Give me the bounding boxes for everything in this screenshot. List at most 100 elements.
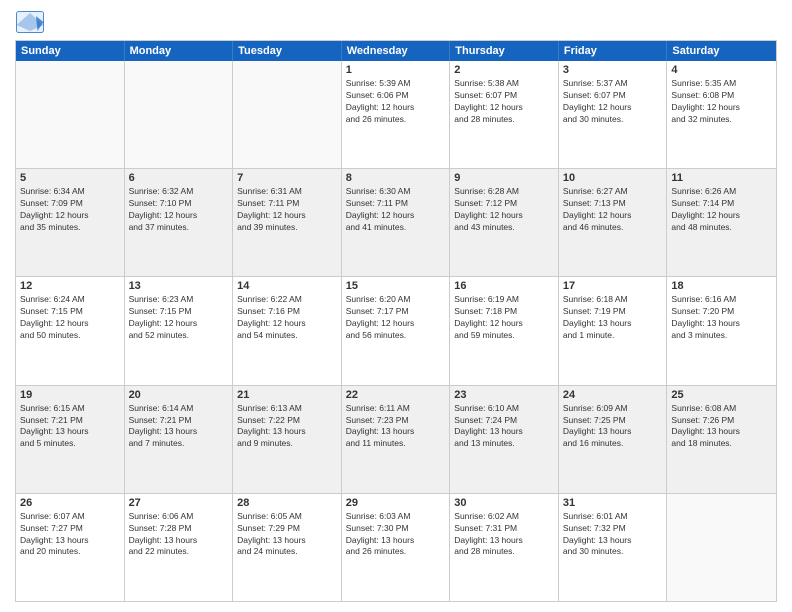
day-number: 4: [671, 64, 772, 76]
day-number: 23: [454, 389, 554, 401]
calendar-cell: 9 Sunrise: 6:28 AM Sunset: 7:12 PM Daylig…: [450, 169, 559, 276]
calendar-cell: 13 Sunrise: 6:23 AM Sunset: 7:15 PM Dayli…: [125, 277, 234, 384]
day-info: Sunrise: 6:32 AM Sunset: 7:10 PM Dayligh…: [129, 186, 229, 234]
day-info: Sunrise: 5:38 AM Sunset: 6:07 PM Dayligh…: [454, 78, 554, 126]
day-info: Sunrise: 6:22 AM Sunset: 7:16 PM Dayligh…: [237, 294, 337, 342]
calendar-cell: 8 Sunrise: 6:30 AM Sunset: 7:11 PM Daylig…: [342, 169, 451, 276]
calendar-cell: 6Sunrise: 6:32 AM Sunset: 7:10 PM Daylig…: [125, 169, 234, 276]
calendar: SundayMondayTuesdayWednesdayThursdayFrid…: [15, 40, 777, 602]
day-info: Sunrise: 6:14 AM Sunset: 7:21 PM Dayligh…: [129, 403, 229, 451]
calendar-cell: 22Sunrise: 6:11 AM Sunset: 7:23 PM Dayli…: [342, 386, 451, 493]
day-info: Sunrise: 6:20 AM Sunset: 7:17 PM Dayligh…: [346, 294, 446, 342]
day-number: 27: [129, 497, 229, 509]
day-info: Sunrise: 6:13 AM Sunset: 7:22 PM Dayligh…: [237, 403, 337, 451]
day-info: Sunrise: 6:28 AM Sunset: 7:12 PM Dayligh…: [454, 186, 554, 234]
calendar-cell: 21 Sunrise: 6:13 AM Sunset: 7:22 PM Dayli…: [233, 386, 342, 493]
day-info: Sunrise: 6:30 AM Sunset: 7:11 PM Dayligh…: [346, 186, 446, 234]
calendar-cell: 5 Sunrise: 6:34 AM Sunset: 7:09 PM Daylig…: [16, 169, 125, 276]
day-number: 8: [346, 172, 446, 184]
calendar-cell: 25 Sunrise: 6:08 AM Sunset: 7:26 PM Dayli…: [667, 386, 776, 493]
day-number: 29: [346, 497, 446, 509]
weekday-header-monday: Monday: [125, 41, 234, 61]
calendar-cell: [233, 61, 342, 168]
calendar-cell: 26 Sunrise: 6:07 AM Sunset: 7:27 PM Dayli…: [16, 494, 125, 601]
day-info: Sunrise: 5:35 AM Sunset: 6:08 PM Dayligh…: [671, 78, 772, 126]
day-info: Sunrise: 6:18 AM Sunset: 7:19 PM Dayligh…: [563, 294, 663, 342]
calendar-cell: 23 Sunrise: 6:10 AM Sunset: 7:24 PM Dayli…: [450, 386, 559, 493]
calendar-cell: 18 Sunrise: 6:16 AM Sunset: 7:20 PM Dayli…: [667, 277, 776, 384]
calendar-cell: 4 Sunrise: 5:35 AM Sunset: 6:08 PM Daylig…: [667, 61, 776, 168]
day-info: Sunrise: 5:39 AM Sunset: 6:06 PM Dayligh…: [346, 78, 446, 126]
day-info: Sunrise: 6:08 AM Sunset: 7:26 PM Dayligh…: [671, 403, 772, 451]
day-info: Sunrise: 6:05 AM Sunset: 7:29 PM Dayligh…: [237, 511, 337, 559]
calendar-cell: 10 Sunrise: 6:27 AM Sunset: 7:13 PM Dayli…: [559, 169, 668, 276]
day-number: 14: [237, 280, 337, 292]
day-number: 31: [563, 497, 663, 509]
logo-icon: [15, 10, 45, 34]
day-number: 13: [129, 280, 229, 292]
calendar-cell: [667, 494, 776, 601]
day-number: 2: [454, 64, 554, 76]
calendar-cell: 15Sunrise: 6:20 AM Sunset: 7:17 PM Dayli…: [342, 277, 451, 384]
calendar-header: SundayMondayTuesdayWednesdayThursdayFrid…: [16, 41, 776, 61]
weekday-header-friday: Friday: [559, 41, 668, 61]
day-info: Sunrise: 6:23 AM Sunset: 7:15 PM Dayligh…: [129, 294, 229, 342]
calendar-cell: 14 Sunrise: 6:22 AM Sunset: 7:16 PM Dayli…: [233, 277, 342, 384]
day-number: 28: [237, 497, 337, 509]
day-number: 1: [346, 64, 446, 76]
day-number: 17: [563, 280, 663, 292]
day-number: 5: [20, 172, 120, 184]
calendar-cell: 31 Sunrise: 6:01 AM Sunset: 7:32 PM Dayli…: [559, 494, 668, 601]
day-info: Sunrise: 6:15 AM Sunset: 7:21 PM Dayligh…: [20, 403, 120, 451]
day-info: Sunrise: 6:31 AM Sunset: 7:11 PM Dayligh…: [237, 186, 337, 234]
day-info: Sunrise: 6:19 AM Sunset: 7:18 PM Dayligh…: [454, 294, 554, 342]
calendar-cell: 16 Sunrise: 6:19 AM Sunset: 7:18 PM Dayli…: [450, 277, 559, 384]
weekday-header-wednesday: Wednesday: [342, 41, 451, 61]
day-number: 26: [20, 497, 120, 509]
weekday-header-thursday: Thursday: [450, 41, 559, 61]
day-info: Sunrise: 6:24 AM Sunset: 7:15 PM Dayligh…: [20, 294, 120, 342]
calendar-body: 1 Sunrise: 5:39 AM Sunset: 6:06 PM Daylig…: [16, 61, 776, 601]
calendar-cell: 24 Sunrise: 6:09 AM Sunset: 7:25 PM Dayli…: [559, 386, 668, 493]
calendar-row-4: 19 Sunrise: 6:15 AM Sunset: 7:21 PM Dayli…: [16, 385, 776, 493]
header: [15, 10, 777, 34]
day-info: Sunrise: 6:01 AM Sunset: 7:32 PM Dayligh…: [563, 511, 663, 559]
calendar-row-3: 12Sunrise: 6:24 AM Sunset: 7:15 PM Dayli…: [16, 276, 776, 384]
day-info: Sunrise: 6:07 AM Sunset: 7:27 PM Dayligh…: [20, 511, 120, 559]
calendar-cell: 28 Sunrise: 6:05 AM Sunset: 7:29 PM Dayli…: [233, 494, 342, 601]
day-number: 24: [563, 389, 663, 401]
day-info: Sunrise: 5:37 AM Sunset: 6:07 PM Dayligh…: [563, 78, 663, 126]
day-info: Sunrise: 6:27 AM Sunset: 7:13 PM Dayligh…: [563, 186, 663, 234]
day-info: Sunrise: 6:06 AM Sunset: 7:28 PM Dayligh…: [129, 511, 229, 559]
calendar-cell: [16, 61, 125, 168]
day-number: 19: [20, 389, 120, 401]
calendar-cell: 27 Sunrise: 6:06 AM Sunset: 7:28 PM Dayli…: [125, 494, 234, 601]
calendar-row-2: 5 Sunrise: 6:34 AM Sunset: 7:09 PM Daylig…: [16, 168, 776, 276]
day-number: 11: [671, 172, 772, 184]
weekday-header-tuesday: Tuesday: [233, 41, 342, 61]
calendar-cell: 7Sunrise: 6:31 AM Sunset: 7:11 PM Daylig…: [233, 169, 342, 276]
calendar-cell: 3 Sunrise: 5:37 AM Sunset: 6:07 PM Daylig…: [559, 61, 668, 168]
calendar-cell: 2 Sunrise: 5:38 AM Sunset: 6:07 PM Daylig…: [450, 61, 559, 168]
day-number: 18: [671, 280, 772, 292]
day-number: 25: [671, 389, 772, 401]
day-info: Sunrise: 6:03 AM Sunset: 7:30 PM Dayligh…: [346, 511, 446, 559]
day-info: Sunrise: 6:26 AM Sunset: 7:14 PM Dayligh…: [671, 186, 772, 234]
page: SundayMondayTuesdayWednesdayThursdayFrid…: [0, 0, 792, 612]
day-number: 10: [563, 172, 663, 184]
day-number: 3: [563, 64, 663, 76]
weekday-header-saturday: Saturday: [667, 41, 776, 61]
day-number: 21: [237, 389, 337, 401]
day-info: Sunrise: 6:34 AM Sunset: 7:09 PM Dayligh…: [20, 186, 120, 234]
day-info: Sunrise: 6:11 AM Sunset: 7:23 PM Dayligh…: [346, 403, 446, 451]
calendar-cell: 17 Sunrise: 6:18 AM Sunset: 7:19 PM Dayli…: [559, 277, 668, 384]
day-info: Sunrise: 6:10 AM Sunset: 7:24 PM Dayligh…: [454, 403, 554, 451]
day-info: Sunrise: 6:16 AM Sunset: 7:20 PM Dayligh…: [671, 294, 772, 342]
day-info: Sunrise: 6:02 AM Sunset: 7:31 PM Dayligh…: [454, 511, 554, 559]
day-info: Sunrise: 6:09 AM Sunset: 7:25 PM Dayligh…: [563, 403, 663, 451]
calendar-cell: 1 Sunrise: 5:39 AM Sunset: 6:06 PM Daylig…: [342, 61, 451, 168]
day-number: 9: [454, 172, 554, 184]
day-number: 30: [454, 497, 554, 509]
day-number: 16: [454, 280, 554, 292]
calendar-cell: 19 Sunrise: 6:15 AM Sunset: 7:21 PM Dayli…: [16, 386, 125, 493]
